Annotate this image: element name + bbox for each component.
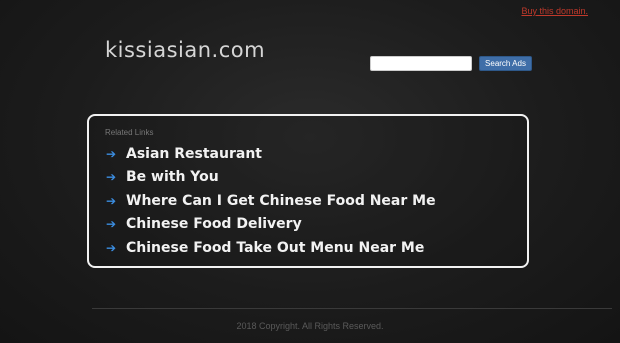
related-link-label[interactable]: Asian Restaurant: [126, 146, 262, 162]
related-link-label[interactable]: Chinese Food Take Out Menu Near Me: [126, 240, 424, 256]
arrow-right-icon: ➔: [105, 193, 117, 208]
site-title: kissiasian.com: [105, 38, 266, 62]
buy-domain-link[interactable]: Buy this domain.: [521, 6, 588, 16]
arrow-right-icon: ➔: [105, 146, 117, 161]
arrow-right-icon: ➔: [105, 240, 117, 255]
related-link-asian-restaurant[interactable]: ➔ Asian Restaurant: [103, 142, 436, 166]
footer-divider: [92, 308, 612, 309]
search-input[interactable]: [370, 56, 472, 71]
related-link-take-out-menu[interactable]: ➔ Chinese Food Take Out Menu Near Me: [103, 236, 436, 260]
related-link-label[interactable]: Be with You: [126, 169, 219, 185]
related-link-chinese-food-delivery[interactable]: ➔ Chinese Food Delivery: [103, 213, 436, 237]
related-links-box: Related Links ➔ Asian Restaurant ➔ Be wi…: [87, 114, 529, 268]
related-link-where-chinese-food[interactable]: ➔ Where Can I Get Chinese Food Near Me: [103, 189, 436, 213]
related-links-list: ➔ Asian Restaurant ➔ Be with You ➔ Where…: [103, 142, 436, 260]
search-ads-button[interactable]: Search Ads: [479, 56, 532, 71]
arrow-right-icon: ➔: [105, 170, 117, 185]
related-link-be-with-you[interactable]: ➔ Be with You: [103, 166, 436, 190]
footer-copyright: 2018 Copyright. All Rights Reserved.: [236, 321, 384, 331]
related-links-heading: Related Links: [105, 128, 154, 137]
related-link-label[interactable]: Chinese Food Delivery: [126, 216, 302, 232]
related-link-label[interactable]: Where Can I Get Chinese Food Near Me: [126, 193, 436, 209]
arrow-right-icon: ➔: [105, 217, 117, 232]
